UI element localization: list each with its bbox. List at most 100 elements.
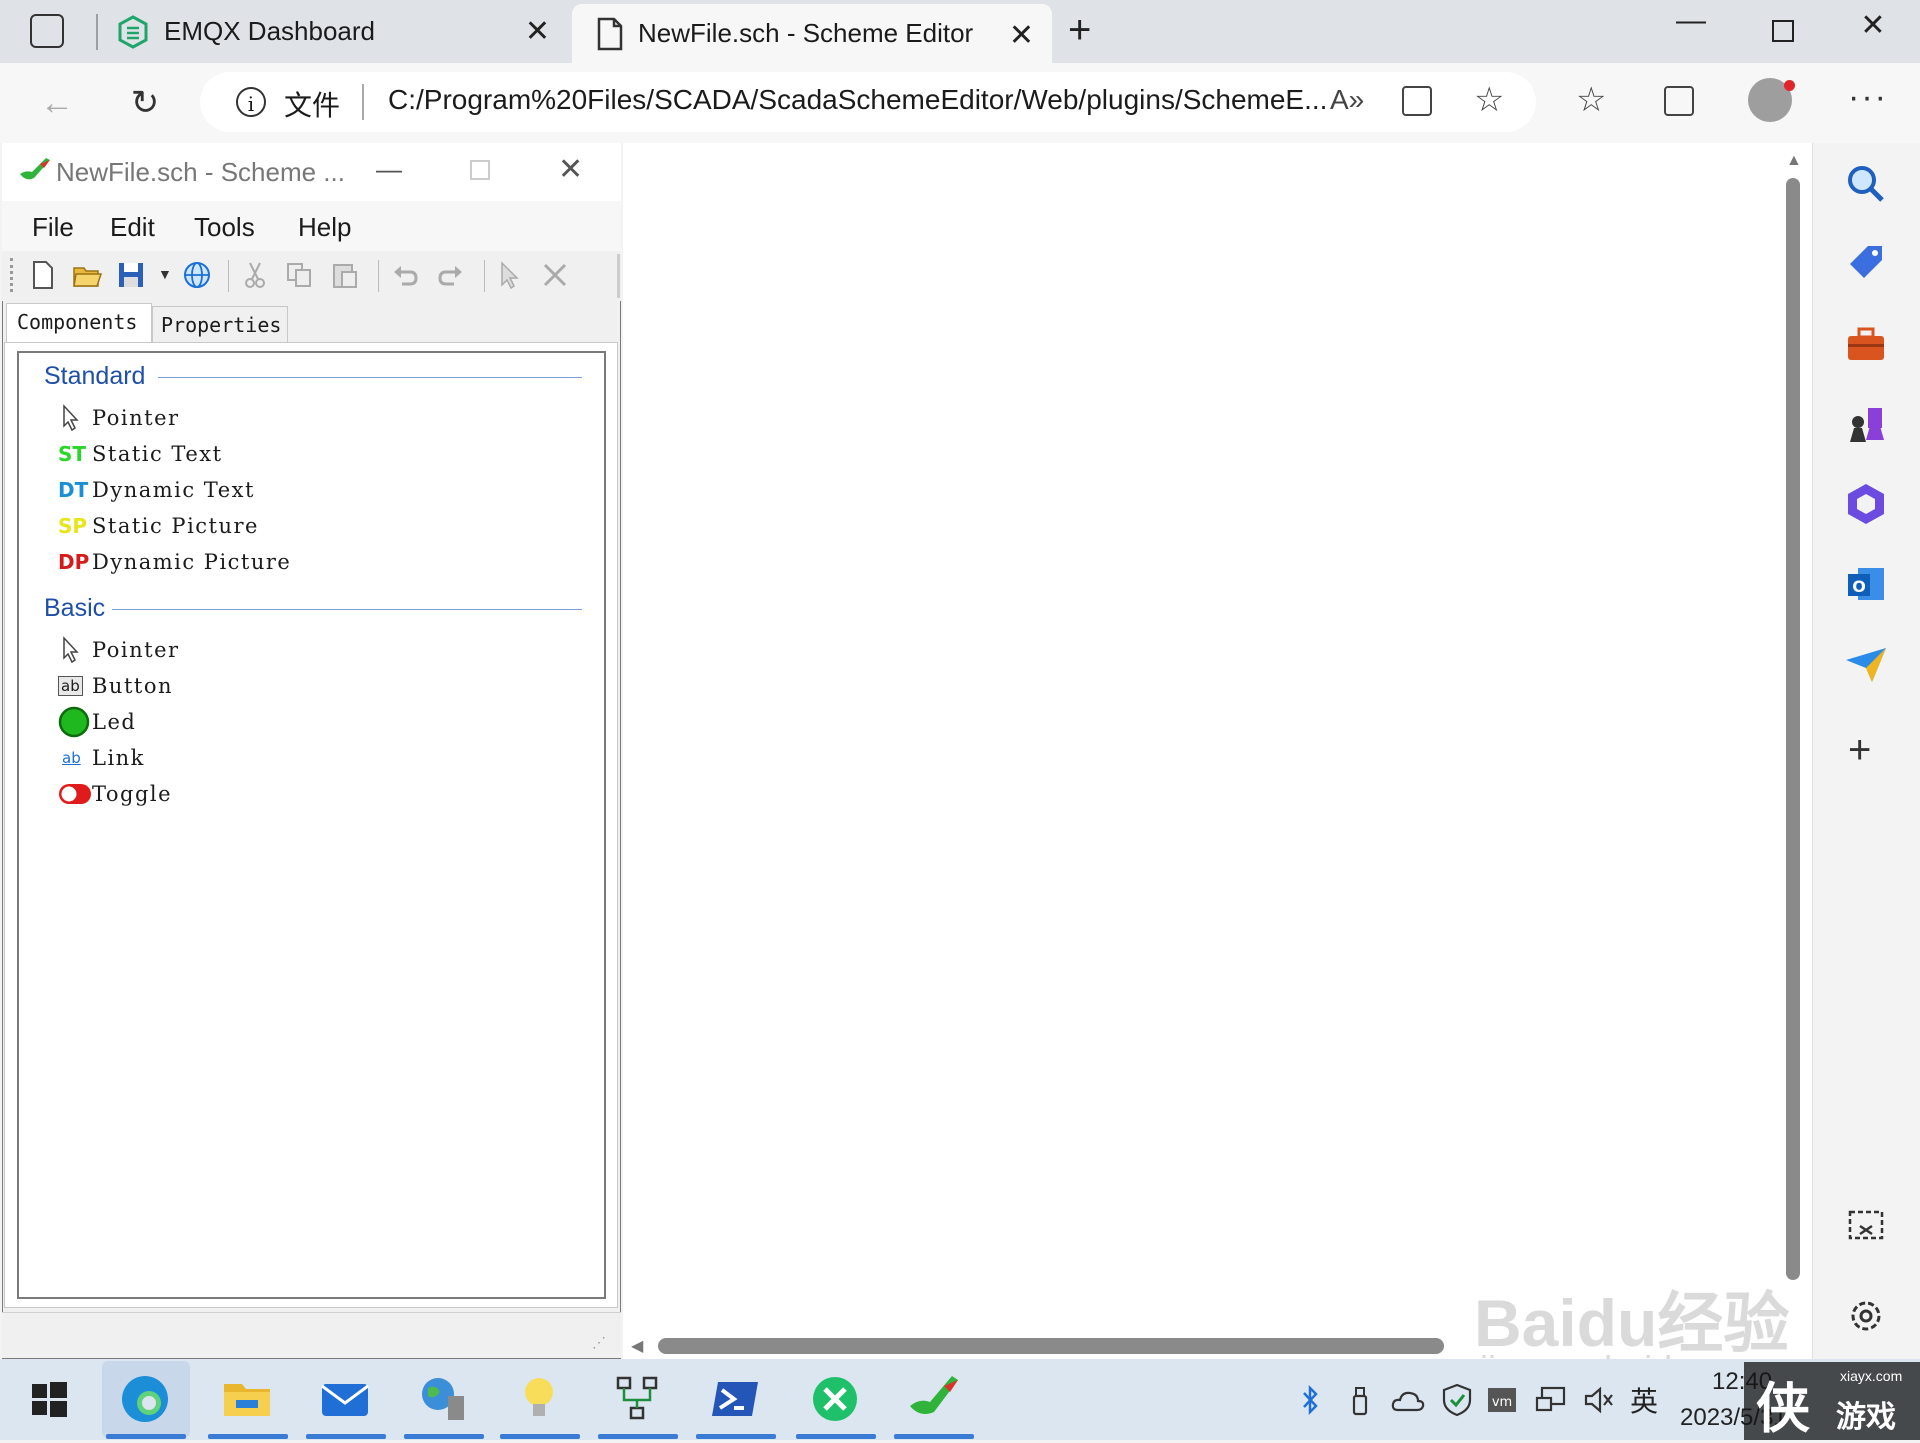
tag-icon[interactable] (1842, 240, 1890, 288)
tab-components[interactable]: Components (6, 303, 152, 343)
cut-icon (245, 262, 265, 288)
scheme-editor-icon[interactable] (904, 1370, 962, 1428)
network-globe-icon[interactable] (414, 1370, 472, 1428)
component-item[interactable]: ab Button (58, 671, 173, 701)
emqx-icon (118, 14, 148, 49)
send-icon[interactable] (1842, 640, 1890, 688)
onedrive-icon[interactable] (1390, 1386, 1426, 1416)
component-item[interactable]: DP Dynamic Picture (58, 547, 291, 577)
tab-properties[interactable]: Properties (152, 306, 288, 342)
tab-properties-label: Properties (161, 313, 282, 337)
new-tab-icon[interactable]: + (1068, 8, 1091, 53)
diagram-icon[interactable] (608, 1370, 666, 1428)
close-tab-icon[interactable]: ✕ (525, 14, 550, 49)
tab-scheme-editor[interactable]: NewFile.sch - Scheme Editor ✕ (572, 4, 1052, 63)
powershell-icon[interactable] (706, 1370, 764, 1428)
restore-icon[interactable] (1772, 20, 1794, 42)
settings-icon[interactable] (1842, 1292, 1890, 1340)
menu-tools[interactable]: Tools (194, 212, 255, 243)
menu-help[interactable]: Help (298, 212, 351, 243)
refresh-icon[interactable]: ↻ (120, 80, 170, 126)
new-file-icon[interactable] (28, 260, 58, 290)
security-icon[interactable] (1440, 1382, 1474, 1418)
group-standard-header: Standard (44, 362, 146, 390)
toolbox-icon[interactable] (1842, 320, 1890, 368)
watermark-badge-logo: 侠 (1756, 1379, 1810, 1439)
ime-indicator[interactable]: 英 (1630, 1380, 1658, 1420)
more-icon[interactable]: ··· (1848, 78, 1888, 117)
file-explorer-icon[interactable] (218, 1370, 276, 1428)
split-screen-icon[interactable] (1402, 86, 1432, 116)
usb-icon[interactable] (1346, 1384, 1374, 1418)
component-label: Link (92, 746, 145, 770)
favorites-icon[interactable]: ☆ (1576, 80, 1606, 120)
outlook-icon[interactable]: O (1842, 560, 1890, 608)
scheme-editor-app-icon (20, 158, 50, 180)
tab-emqx-dashboard[interactable]: EMQX Dashboard ✕ (100, 0, 568, 63)
pointer-icon (58, 636, 92, 664)
screenshot-icon[interactable] (1842, 1202, 1890, 1250)
chess-icon[interactable] (1842, 400, 1890, 448)
static-picture-icon: SP (58, 514, 88, 538)
svg-text:O: O (1852, 577, 1866, 596)
group-divider (158, 377, 582, 378)
component-item[interactable]: Led (58, 706, 136, 738)
group-divider (112, 609, 582, 610)
editor-statusbar (2, 1312, 621, 1358)
scheme-editor-title: NewFile.sch - Scheme ... (56, 157, 345, 187)
component-label: Pointer (92, 406, 180, 430)
volume-muted-icon[interactable] (1582, 1386, 1614, 1414)
search-icon[interactable] (1842, 160, 1890, 208)
bulb-icon[interactable] (510, 1370, 568, 1428)
component-item[interactable]: Pointer (58, 635, 180, 665)
save-icon[interactable] (116, 260, 146, 290)
network-icon[interactable] (1534, 1384, 1568, 1416)
web-icon[interactable] (182, 260, 212, 290)
scroll-left-icon[interactable]: ◀ (631, 1336, 643, 1356)
component-item[interactable]: Pointer (58, 403, 180, 433)
collections-icon[interactable] (1664, 86, 1694, 116)
horizontal-scrollbar[interactable] (658, 1338, 1444, 1354)
notification-dot (1784, 80, 1795, 91)
component-item[interactable]: SP Static Picture (58, 511, 259, 541)
scroll-up-icon[interactable]: ▲ (1786, 152, 1802, 170)
minimize-icon[interactable]: — (1656, 4, 1726, 38)
vertical-scrollbar[interactable] (1786, 178, 1800, 1280)
bluetooth-icon[interactable] (1298, 1384, 1322, 1416)
editor-minimize-icon[interactable]: — (376, 154, 402, 185)
running-indicator (696, 1434, 776, 1439)
xmanager-icon[interactable] (806, 1370, 864, 1428)
edge-icon[interactable] (116, 1370, 174, 1428)
start-icon[interactable] (20, 1370, 78, 1428)
read-aloud-icon[interactable]: A» (1330, 84, 1364, 116)
svg-text:vm: vm (1492, 1395, 1512, 1410)
add-icon[interactable]: + (1848, 728, 1871, 773)
back-icon[interactable]: ← (32, 80, 82, 126)
add-favorite-icon[interactable]: ☆ (1474, 80, 1504, 120)
url-text[interactable]: C:/Program%20Files/SCADA/ScadaSchemeEdit… (388, 84, 1327, 116)
dynamic-text-icon: DT (58, 478, 89, 502)
vmware-icon[interactable]: vm (1486, 1386, 1518, 1414)
link-icon: ab (62, 749, 81, 767)
page-content[interactable] (623, 143, 1812, 1359)
tab-actions-icon[interactable] (30, 14, 64, 48)
scheme-label: 文件 (284, 90, 341, 121)
component-item[interactable]: DT Dynamic Text (58, 475, 255, 505)
close-window-icon[interactable]: ✕ (1838, 8, 1908, 43)
menu-edit[interactable]: Edit (110, 212, 155, 243)
component-label: Pointer (92, 638, 180, 662)
info-icon[interactable]: i (236, 87, 266, 117)
mail-icon[interactable] (316, 1370, 374, 1428)
watermark-badge-url: xiayx.com (1840, 1368, 1903, 1384)
office-icon[interactable] (1842, 480, 1890, 528)
resize-grip[interactable]: ⋰ (592, 1334, 607, 1351)
copy-icon (287, 263, 311, 287)
open-folder-icon[interactable] (72, 260, 102, 290)
save-dropdown-icon[interactable]: ▼ (158, 266, 172, 282)
component-item[interactable]: Toggle (58, 779, 172, 809)
component-item[interactable]: ST Static Text (58, 439, 223, 469)
component-item[interactable]: ab Link (58, 743, 145, 773)
close-tab-icon[interactable]: ✕ (1009, 18, 1034, 53)
editor-close-icon[interactable]: ✕ (558, 152, 583, 187)
menu-file[interactable]: File (32, 212, 74, 243)
